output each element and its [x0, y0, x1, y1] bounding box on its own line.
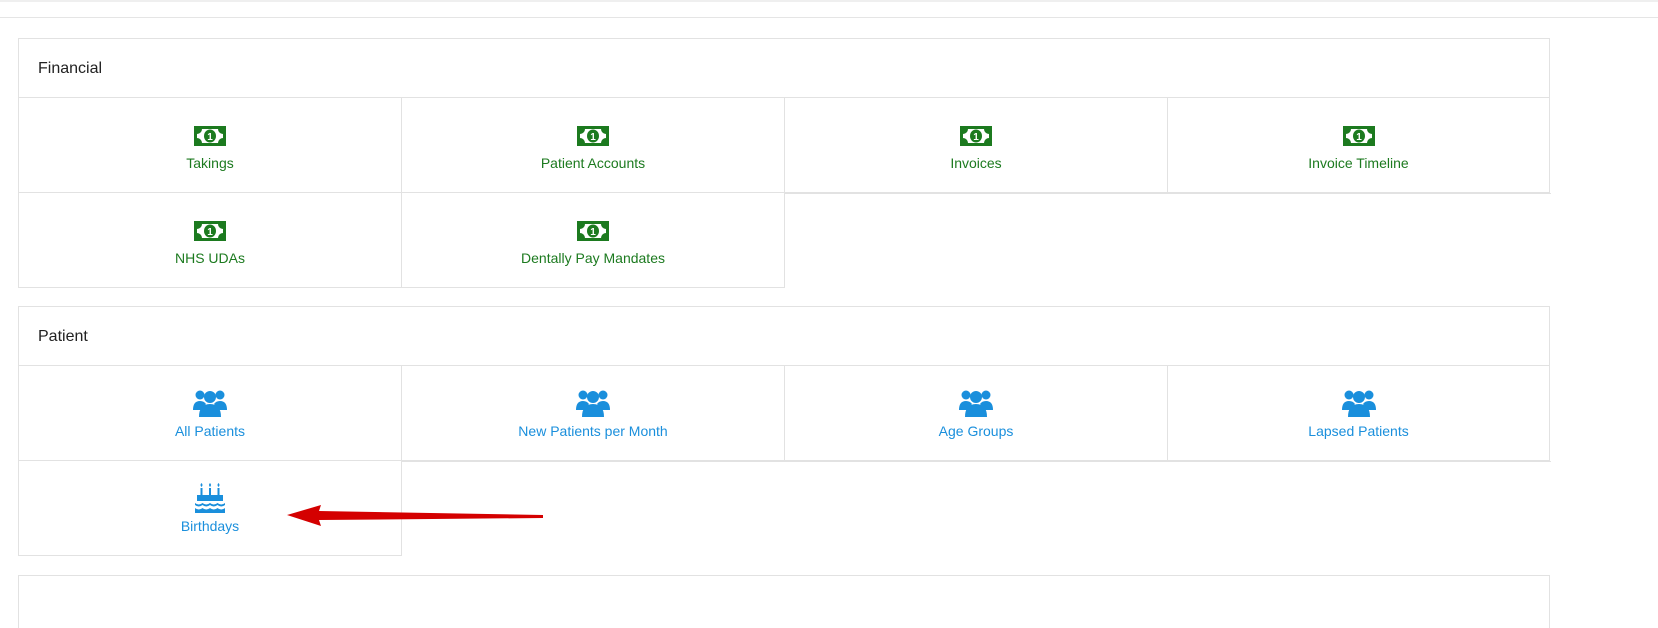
- svg-text:1: 1: [590, 227, 596, 238]
- tile-label: Dentally Pay Mandates: [521, 250, 665, 266]
- tile-label: Invoice Timeline: [1308, 155, 1409, 171]
- report-tile-patient-accounts[interactable]: 1 Patient Accounts: [402, 98, 785, 193]
- report-tile-new-patients-per-month[interactable]: New Patients per Month: [402, 366, 785, 461]
- report-tile-invoices[interactable]: 1 Invoices: [785, 98, 1168, 193]
- svg-text:1: 1: [207, 132, 213, 143]
- financial-panel: Financial 1 Takings 1 Patient Accounts 1…: [18, 38, 1551, 289]
- svg-text:1: 1: [1356, 132, 1362, 143]
- patient-heading: Patient: [19, 307, 1549, 366]
- svg-text:1: 1: [207, 227, 213, 238]
- tile-label: New Patients per Month: [518, 423, 668, 439]
- money-bill-icon: 1: [194, 221, 226, 241]
- users-icon: [576, 390, 610, 417]
- money-bill-icon: 1: [577, 221, 609, 241]
- money-bill-icon: 1: [577, 126, 609, 146]
- report-tile-takings[interactable]: 1 Takings: [19, 98, 402, 193]
- tile-label: Takings: [186, 155, 234, 171]
- report-tile-lapsed-patients[interactable]: Lapsed Patients: [1168, 366, 1549, 461]
- reports-page: Financial 1 Takings 1 Patient Accounts 1…: [0, 0, 1658, 628]
- users-icon: [193, 390, 227, 417]
- tile-label: Lapsed Patients: [1308, 423, 1409, 439]
- money-bill-icon: 1: [960, 126, 992, 146]
- next-panel: [18, 575, 1550, 628]
- users-icon: [959, 390, 993, 417]
- financial-heading: Financial: [19, 39, 1549, 98]
- users-icon: [1341, 390, 1376, 417]
- tile-label: Age Groups: [938, 423, 1014, 439]
- empty-area: [785, 193, 1551, 289]
- svg-text:1: 1: [973, 132, 979, 143]
- report-tile-invoice-timeline[interactable]: 1 Invoice Timeline: [1168, 98, 1549, 193]
- tile-label: All Patients: [174, 423, 246, 439]
- money-bill-icon: 1: [1342, 126, 1375, 146]
- patient-panel: Patient All Patients New Patients per Mo…: [18, 306, 1551, 557]
- annotation-arrow: [287, 505, 543, 526]
- report-tile-dentally-pay-mandates[interactable]: 1 Dentally Pay Mandates: [402, 193, 785, 288]
- tile-label: Invoices: [950, 155, 1002, 171]
- tile-label: NHS UDAs: [174, 250, 245, 266]
- top-divider: [0, 0, 1658, 18]
- money-bill-icon: 1: [194, 126, 226, 146]
- report-tile-age-groups[interactable]: Age Groups: [785, 366, 1168, 461]
- birthday-cake-icon: [195, 483, 225, 513]
- empty-area: [402, 461, 1551, 557]
- report-tile-all-patients[interactable]: All Patients: [19, 366, 402, 461]
- report-tile-nhs-udas[interactable]: 1 NHS UDAs: [19, 193, 402, 288]
- tile-label: Patient Accounts: [540, 155, 646, 171]
- svg-text:1: 1: [590, 132, 596, 143]
